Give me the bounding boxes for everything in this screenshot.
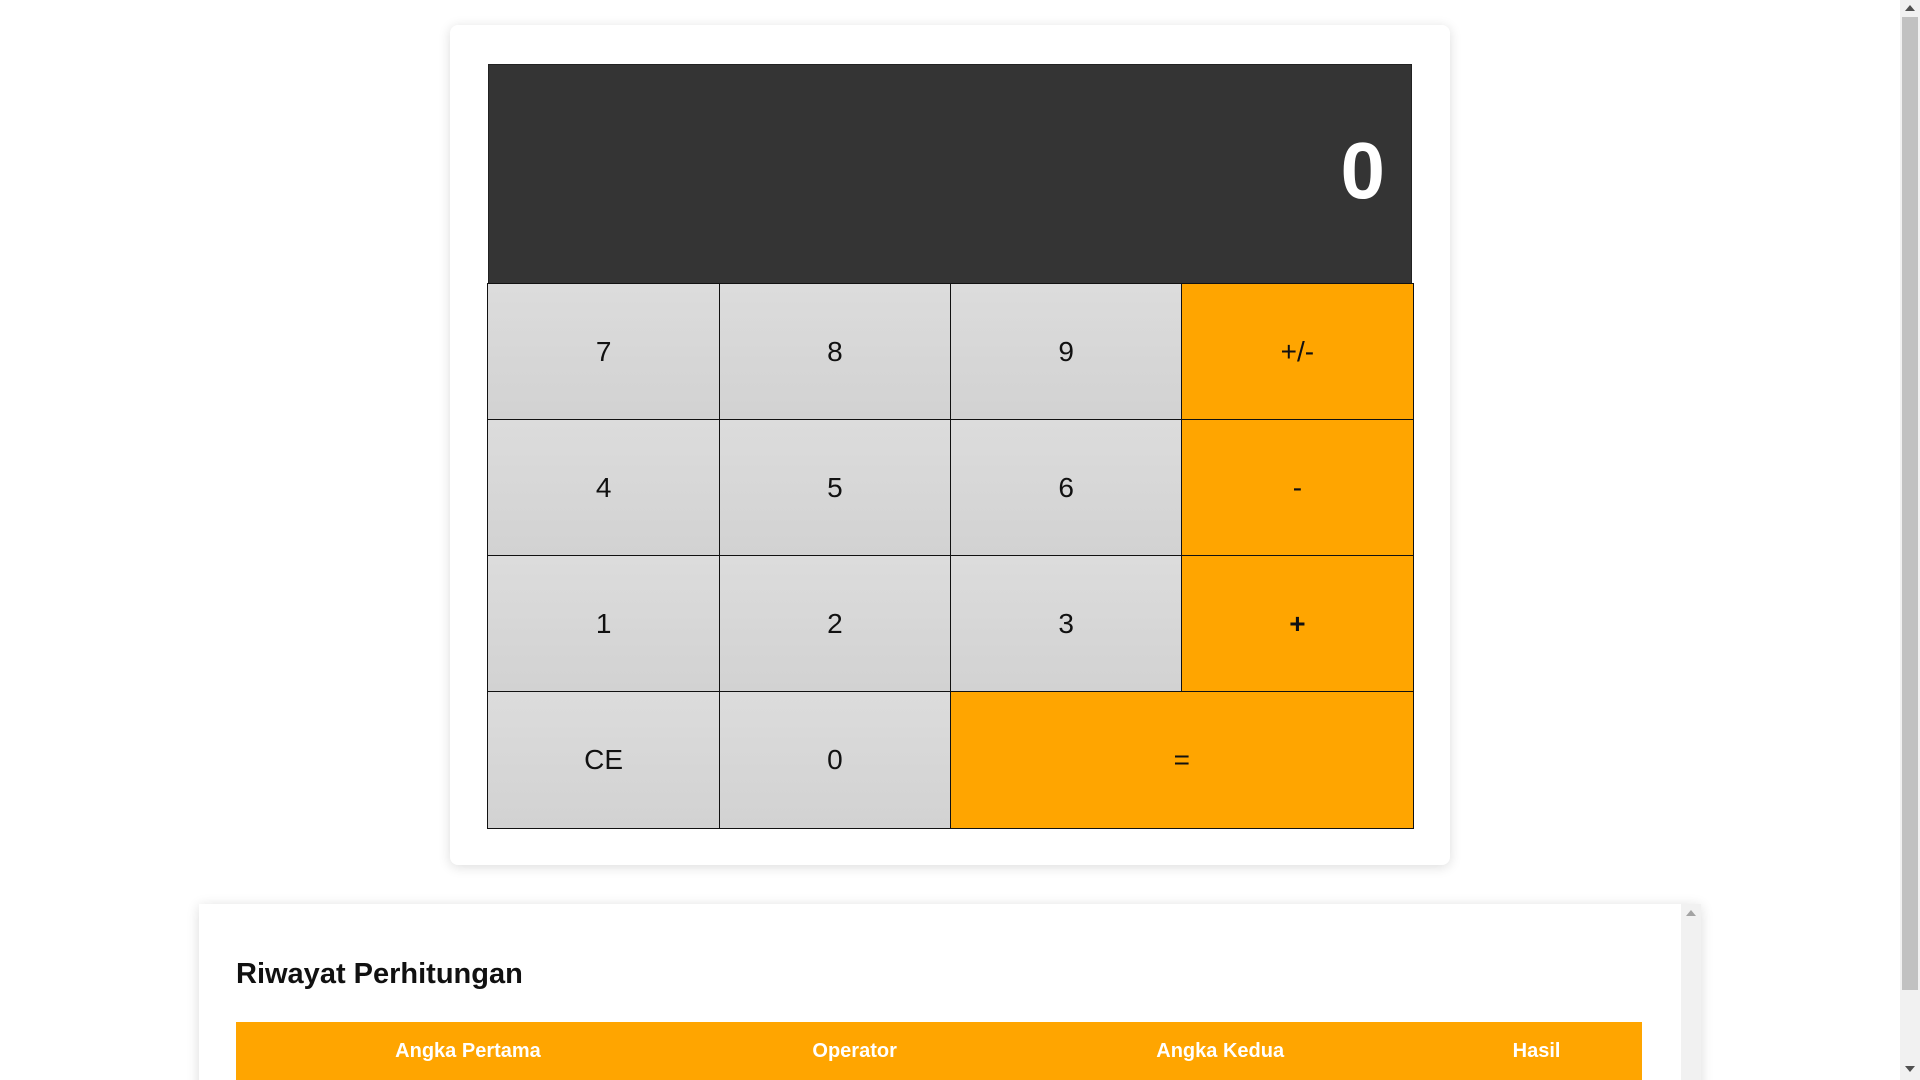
calculator-display: 0 xyxy=(488,64,1412,284)
key-8[interactable]: 8 xyxy=(718,283,952,421)
plus-button[interactable]: + xyxy=(1181,555,1414,693)
key-6[interactable]: 6 xyxy=(949,419,1183,557)
key-4[interactable]: 4 xyxy=(487,419,720,557)
key-7[interactable]: 7 xyxy=(487,283,720,421)
key-1[interactable]: 1 xyxy=(487,555,720,693)
key-5[interactable]: 5 xyxy=(718,419,952,557)
column-header-result: Hasil xyxy=(1431,1022,1642,1080)
page-scrollbar[interactable] xyxy=(1900,0,1920,1080)
chevron-up-icon[interactable] xyxy=(1686,910,1696,916)
keypad: 7 8 9 +/- 4 5 6 - 1 2 3 + CE 0 = xyxy=(487,283,1414,829)
calculator-card: 0 7 8 9 +/- 4 5 6 - 1 2 3 + CE 0 = xyxy=(450,25,1450,865)
history-title: Riwayat Perhitungan xyxy=(236,958,523,990)
history-scrollbar[interactable] xyxy=(1681,904,1701,1080)
page: 0 7 8 9 +/- 4 5 6 - 1 2 3 + CE 0 = Riway… xyxy=(0,0,1920,1080)
key-3[interactable]: 3 xyxy=(949,555,1183,693)
column-header-second-number: Angka Kedua xyxy=(1009,1022,1432,1080)
history-header-row: Angka Pertama Operator Angka Kedua Hasil xyxy=(236,1022,1642,1080)
column-header-first-number: Angka Pertama xyxy=(236,1022,700,1080)
history-table: Angka Pertama Operator Angka Kedua Hasil xyxy=(236,1022,1642,1080)
key-0[interactable]: 0 xyxy=(718,691,952,829)
key-9[interactable]: 9 xyxy=(949,283,1183,421)
chevron-down-icon[interactable] xyxy=(1905,1066,1915,1072)
scrollbar-thumb[interactable] xyxy=(1902,17,1918,990)
negate-button[interactable]: +/- xyxy=(1181,283,1414,421)
clear-entry-button[interactable]: CE xyxy=(487,691,720,829)
column-header-operator: Operator xyxy=(699,1022,1010,1080)
equals-button[interactable]: = xyxy=(949,691,1414,829)
minus-button[interactable]: - xyxy=(1181,419,1414,557)
chevron-up-icon[interactable] xyxy=(1905,5,1915,11)
key-2[interactable]: 2 xyxy=(718,555,952,693)
history-card: Riwayat Perhitungan Angka Pertama Operat… xyxy=(199,904,1701,1080)
display-value: 0 xyxy=(1340,126,1386,215)
